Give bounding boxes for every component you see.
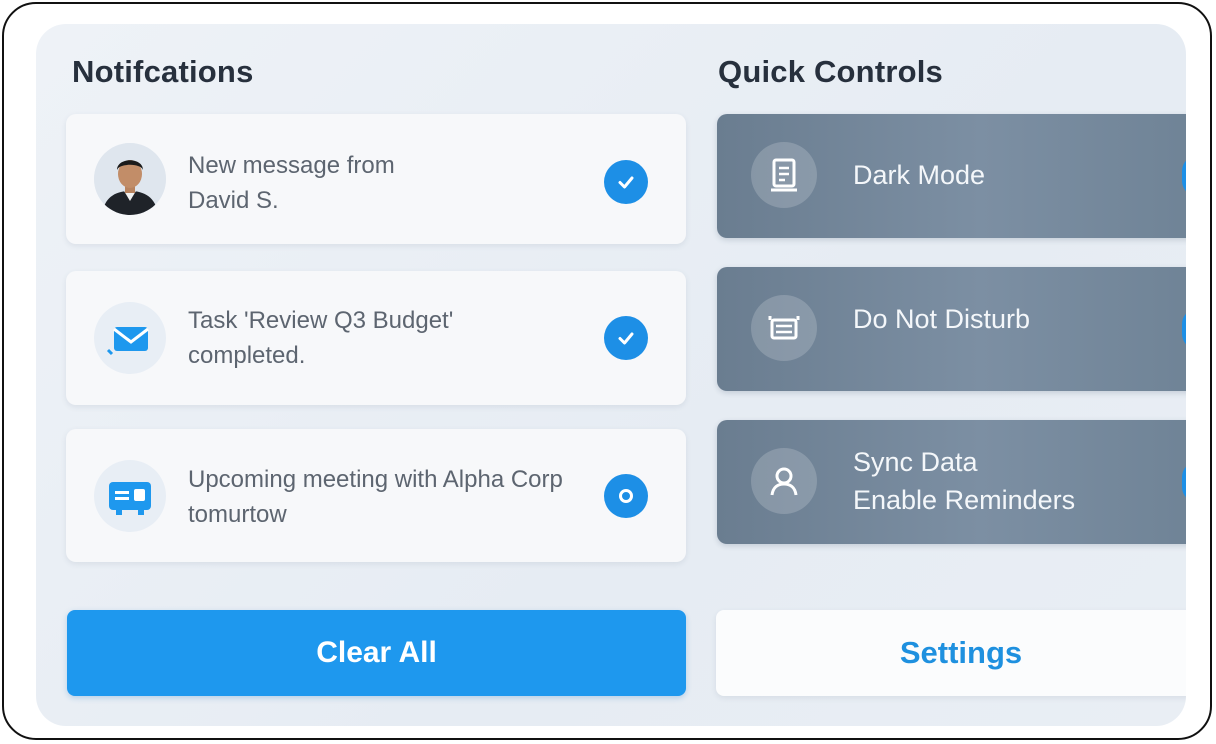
user-avatar xyxy=(94,143,166,215)
notification-item[interactable]: Task 'Review Q3 Budget' completed. xyxy=(66,271,686,405)
notification-text: New message from David S. xyxy=(188,148,608,218)
notification-text-content: Task 'Review Q3 Budget' completed. xyxy=(188,307,454,369)
notification-text-content: New message from David S. xyxy=(188,152,395,214)
mail-check-icon xyxy=(94,302,166,374)
document-icon xyxy=(751,142,817,208)
calendar-card-icon xyxy=(94,460,166,532)
notifications-title: Notifcations xyxy=(72,54,254,89)
enable-reminders-text: Enable Reminders xyxy=(853,485,1076,515)
clear-all-button[interactable]: Clear All xyxy=(67,610,686,696)
notification-text: Task 'Review Q3 Budget' completed. xyxy=(188,303,608,373)
do-not-disturb-control[interactable]: Do Not Disturb xyxy=(717,267,1186,391)
notification-panel: Notifcations New message from David S. T… xyxy=(36,24,1186,726)
tray-icon xyxy=(751,295,817,361)
dark-mode-toggle[interactable] xyxy=(1182,156,1186,196)
notification-item[interactable]: New message from David S. xyxy=(66,114,686,244)
sync-data-label: Sync Data Enable Reminders xyxy=(853,443,1075,519)
check-icon[interactable] xyxy=(604,316,648,360)
notification-text-content: Upcoming meeting with Alpha Corp tomurto… xyxy=(188,466,563,528)
quick-controls-title: Quick Controls xyxy=(718,54,943,89)
window-frame: Notifcations New message from David S. T… xyxy=(2,2,1212,740)
notification-item[interactable]: Upcoming meeting with Alpha Corp tomurto… xyxy=(66,429,686,562)
check-icon[interactable] xyxy=(604,160,648,204)
do-not-disturb-toggle[interactable] xyxy=(1182,309,1186,349)
sync-data-text: Sync Data xyxy=(853,447,978,477)
sync-data-control[interactable]: Sync Data Enable Reminders xyxy=(717,420,1186,544)
user-icon xyxy=(751,448,817,514)
notification-text: Upcoming meeting with Alpha Corp tomurto… xyxy=(188,462,608,532)
dark-mode-control[interactable]: Dark Mode xyxy=(717,114,1186,238)
unread-dot-icon[interactable] xyxy=(604,474,648,518)
sync-data-toggle[interactable] xyxy=(1182,462,1186,502)
settings-button[interactable]: Settings xyxy=(716,610,1186,696)
dark-mode-label: Dark Mode xyxy=(853,160,986,190)
do-not-disturb-label: Do Not Disturb xyxy=(853,304,1031,334)
